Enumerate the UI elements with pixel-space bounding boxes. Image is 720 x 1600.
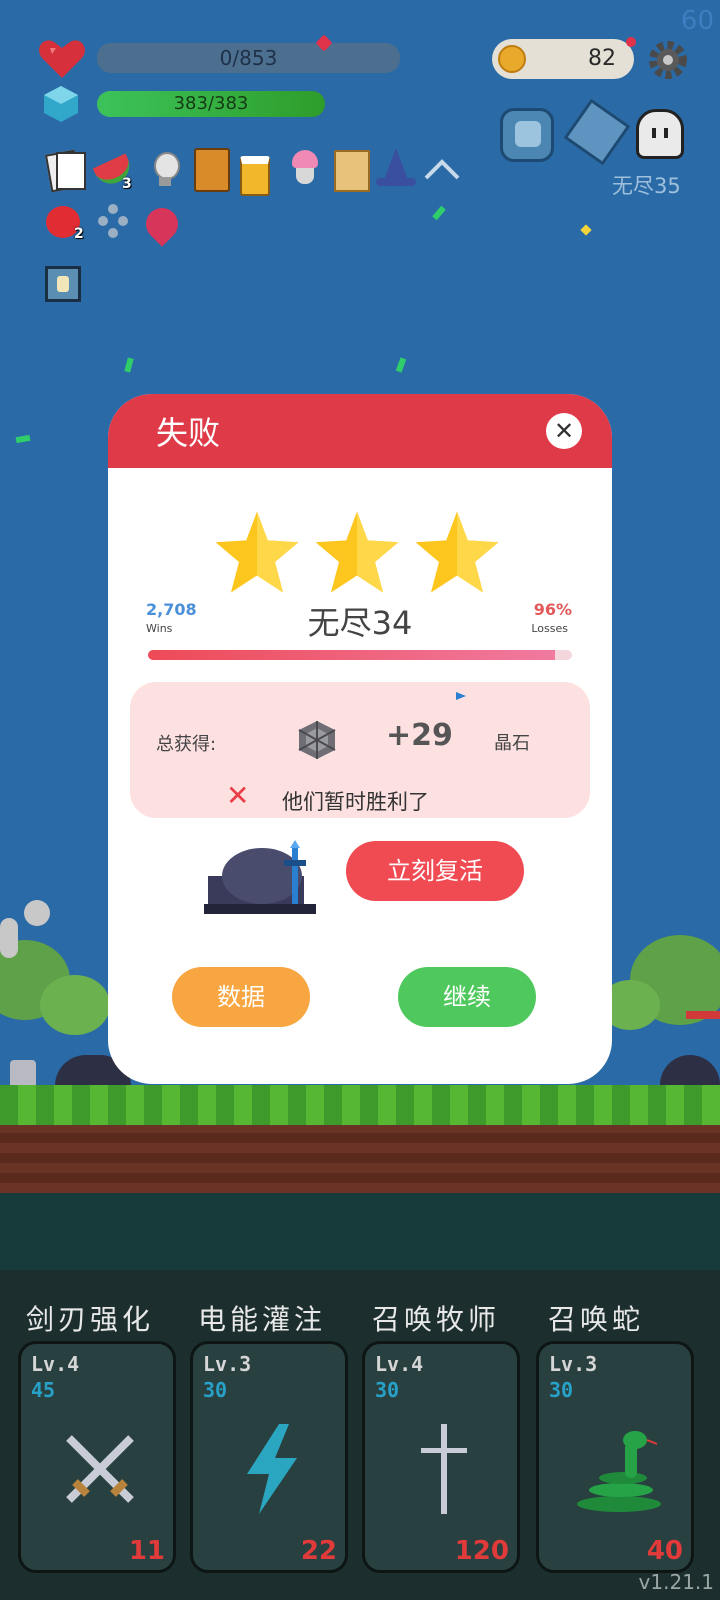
health-bar: 0/853: [97, 43, 400, 73]
fps-counter: 60: [680, 6, 714, 36]
cloud: [0, 918, 18, 958]
skill-value: 30: [203, 1378, 228, 1402]
skill-cost: 120: [454, 1536, 509, 1566]
dialog-header: 失败 ✕: [108, 394, 612, 468]
losses-value: 96%: [533, 600, 572, 619]
crossed-swords-icon: [66, 1435, 134, 1503]
skull-button[interactable]: [500, 108, 554, 162]
skill-card-snake[interactable]: Lv.3 30 40: [536, 1341, 694, 1573]
mana-text: 383/383: [173, 93, 249, 114]
reward-box: 总获得: +29 晶石 ✕ 他们暂时胜利了: [130, 682, 590, 818]
item-count: 2: [74, 226, 84, 242]
close-button[interactable]: ✕: [546, 413, 582, 449]
portrait-icon[interactable]: [45, 266, 81, 302]
reward-label: 总获得:: [156, 734, 217, 755]
skill-card-lightning[interactable]: Lv.3 30 22: [190, 1341, 348, 1573]
book-icon[interactable]: [192, 148, 230, 192]
dialog-title: 失败: [156, 414, 221, 452]
revive-button[interactable]: 立刻复活: [346, 841, 524, 901]
endless-level-label: 无尽35: [612, 174, 681, 198]
item-count: 3: [122, 176, 132, 192]
ghost-eye: [664, 128, 668, 138]
cloud: [24, 900, 50, 926]
skill-title: 剑刃强化: [26, 1303, 155, 1336]
close-icon: ✕: [553, 417, 575, 445]
clover-icon[interactable]: [94, 204, 132, 242]
coin-icon: [498, 45, 526, 73]
ghost-button[interactable]: [636, 109, 684, 159]
confetti: [456, 692, 466, 700]
skill-level: Lv.3: [549, 1352, 598, 1376]
skill-level: Lv.3: [203, 1352, 252, 1376]
skill-title: 召唤蛇: [548, 1303, 645, 1336]
watermelon-icon[interactable]: 3: [92, 152, 136, 192]
skill-cost: 22: [300, 1536, 337, 1566]
version-label: v1.21.1: [638, 1570, 714, 1594]
tombstone-sword-icon: [204, 840, 316, 914]
continue-button-label: 继续: [443, 983, 491, 1011]
star-icon: [215, 511, 299, 593]
tree: [40, 975, 110, 1035]
progress-fill: [148, 650, 556, 660]
enemy-health-bar: [686, 1011, 720, 1019]
skill-level: Lv.4: [31, 1352, 80, 1376]
skill-level: Lv.4: [375, 1352, 424, 1376]
beer-icon[interactable]: [238, 150, 276, 196]
coin-counter: 82: [492, 39, 634, 79]
skill-title: 召唤牧师: [372, 1303, 501, 1336]
health-text: 0/853: [219, 46, 278, 70]
defeat-message: 他们暂时胜利了: [282, 790, 429, 814]
star-icon: [315, 511, 399, 593]
reward-amount: +29: [386, 718, 453, 753]
ice-cream-icon[interactable]: [286, 148, 324, 186]
skill-card-priest[interactable]: Lv.4 30 120: [362, 1341, 520, 1573]
revive-button-label: 立刻复活: [387, 857, 483, 885]
defeat-dialog: 失败 ✕ 2,708 Wins 无尽34 96% Losses 总获得: +29…: [108, 394, 612, 1084]
notification-dot: [626, 37, 636, 47]
chevron-up-icon[interactable]: [424, 156, 460, 180]
gem-icon: [298, 721, 336, 759]
ground-dirt: [0, 1125, 720, 1193]
lightbulb-icon[interactable]: [146, 150, 184, 188]
ghost-eye: [652, 128, 656, 138]
stats-button-label: 数据: [217, 983, 265, 1011]
losses-label: Losses: [531, 622, 568, 635]
cards-icon[interactable]: [44, 149, 86, 193]
tombstone: [10, 1060, 36, 1088]
ground-grass: [0, 1085, 720, 1125]
skill-cost: 11: [128, 1536, 165, 1566]
heart-icon: [39, 40, 85, 78]
skull-icon: [515, 121, 541, 147]
skill-cost: 40: [646, 1536, 683, 1566]
skill-title: 电能灌注: [198, 1303, 327, 1336]
continue-button[interactable]: 继续: [398, 967, 536, 1027]
defeat-x-icon: ✕: [226, 779, 250, 812]
skill-value: 45: [31, 1378, 56, 1402]
gear-icon[interactable]: [648, 40, 688, 80]
apple-icon[interactable]: 2: [46, 202, 84, 242]
flame-icon[interactable]: [139, 201, 185, 247]
stats-button[interactable]: 数据: [172, 967, 310, 1027]
win-loss-progress: [148, 650, 572, 660]
skill-value: 30: [549, 1378, 574, 1402]
skill-value: 30: [375, 1378, 400, 1402]
reward-unit: 晶石: [494, 733, 530, 754]
scroll-icon[interactable]: [330, 148, 370, 192]
snake-icon: [577, 1431, 661, 1512]
cross-icon: [421, 1424, 467, 1514]
crystal-icon: [44, 86, 78, 122]
coin-amount: 82: [588, 46, 616, 71]
skill-card-blade[interactable]: Lv.4 45 11: [18, 1341, 176, 1573]
mana-bar: 383/383: [97, 91, 325, 117]
star-icon: [415, 511, 499, 593]
wizard-hat-icon[interactable]: [376, 148, 416, 186]
lightning-icon: [247, 1424, 297, 1514]
